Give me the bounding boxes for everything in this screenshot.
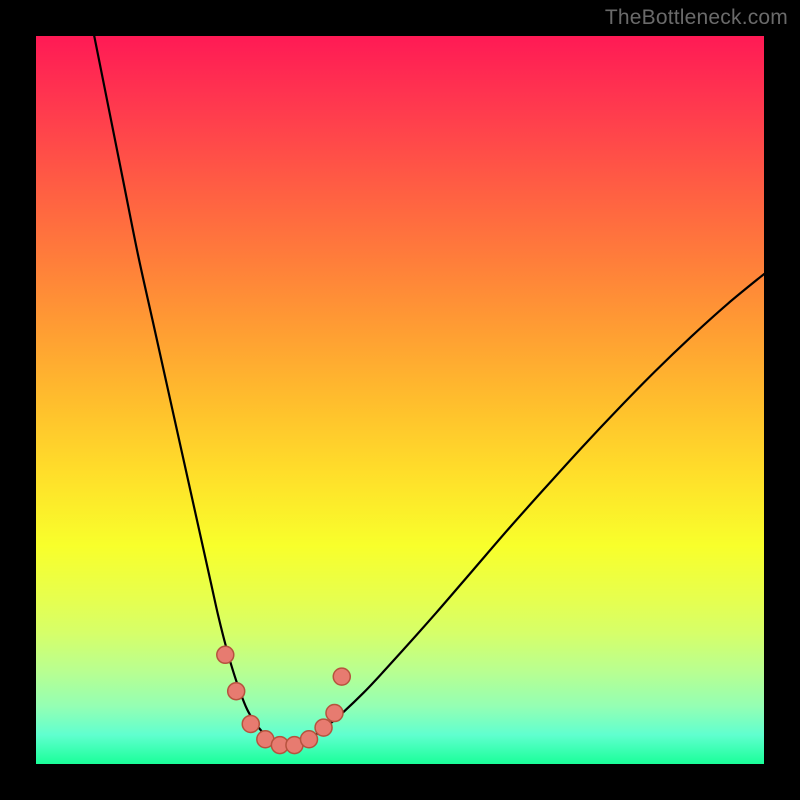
curve-marker [301, 731, 318, 748]
curve-marker [242, 715, 259, 732]
curve-marker [333, 668, 350, 685]
chart-svg [36, 36, 764, 764]
curve-marker [217, 646, 234, 663]
curve-marker [326, 705, 343, 722]
curve-marker [315, 719, 332, 736]
chart-frame: TheBottleneck.com [0, 0, 800, 800]
watermark-text: TheBottleneck.com [605, 6, 788, 30]
curve-marker [228, 683, 245, 700]
plot-area [36, 36, 764, 764]
bottleneck-curve [94, 36, 764, 746]
curve-markers [217, 646, 350, 753]
